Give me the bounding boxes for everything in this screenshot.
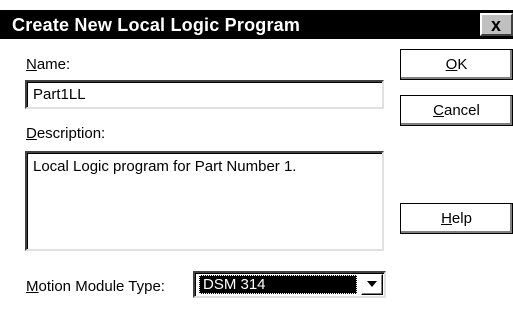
chevron-down-icon [367,281,377,287]
cancel-text: ancel [443,102,480,119]
motion-module-select[interactable]: DSM 314 [193,271,386,298]
name-label: Name: [26,56,70,73]
name-field-value: Part1LL [33,86,86,103]
motion-module-label-mnemonic: M [26,278,39,295]
motion-module-label: Motion Module Type: [26,278,165,295]
description-field[interactable]: Local Logic program for Part Number 1. [25,151,384,251]
ok-button-label: OK [401,56,512,73]
ok-button[interactable]: OK [400,49,513,80]
close-button[interactable]: x [480,13,513,36]
ok-mnemonic: O [445,56,458,73]
name-label-text: ame: [36,56,71,73]
dialog-title: Create New Local Logic Program [12,15,301,35]
cancel-button[interactable]: Cancel [400,95,513,126]
help-button-label: Help [401,210,512,227]
description-field-value: Local Logic program for Part Number 1. [33,158,297,175]
help-text: elp [451,210,472,227]
description-label: Description: [26,125,105,142]
motion-module-value: DSM 314 [199,275,357,294]
name-label-mnemonic: N [26,56,37,73]
ok-text: K [457,56,468,73]
close-icon: x [491,15,502,35]
create-local-logic-dialog: Create New Local Logic Program x Name: P… [0,0,513,316]
title-bar[interactable]: Create New Local Logic Program x [0,10,513,39]
description-label-mnemonic: D [26,125,37,142]
help-mnemonic: H [441,210,452,227]
help-button[interactable]: Help [400,203,513,234]
motion-module-label-text: otion Module Type: [38,278,165,295]
name-field[interactable]: Part1LL [25,80,384,109]
description-label-text: escription: [36,125,106,142]
cancel-mnemonic: C [433,102,444,119]
cancel-button-label: Cancel [401,102,512,119]
dropdown-button[interactable] [361,274,383,295]
